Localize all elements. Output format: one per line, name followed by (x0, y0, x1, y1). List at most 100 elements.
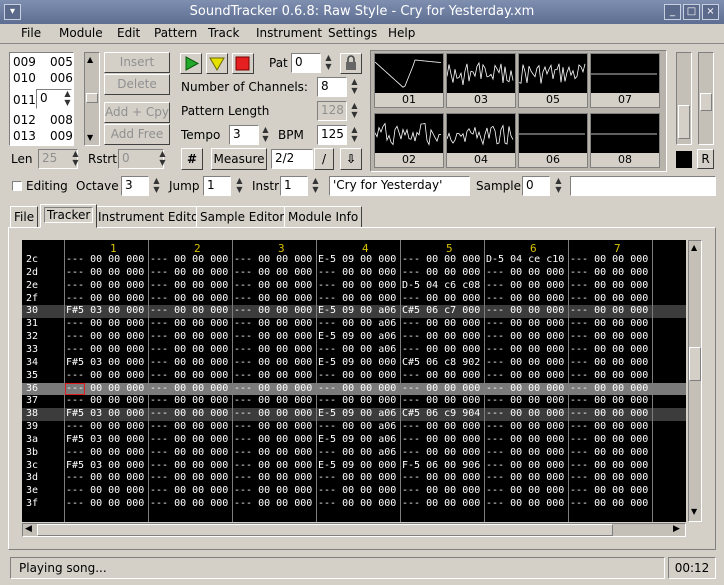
pattern-cell[interactable]: --- 00 00 000 (402, 293, 480, 306)
pattern-cell[interactable]: --- 00 00 000 (318, 472, 396, 485)
pattern-cell[interactable]: --- 00 00 a06 (318, 344, 396, 357)
pattern-cell[interactable]: --- 00 00 000 (234, 357, 312, 370)
pattern-cell[interactable]: --- 00 00 000 (486, 331, 564, 344)
pattern-cell[interactable]: E-5 09 00 a06 (318, 331, 396, 344)
tracker-hscrollbar[interactable]: ◀ ▶ (22, 523, 686, 537)
pattern-cell[interactable]: --- 00 00 000 (318, 293, 396, 306)
scroll-down-icon[interactable]: ▼ (87, 133, 93, 142)
pattern-cell[interactable]: --- 00 00 000 (570, 421, 648, 434)
pattern-cell[interactable]: --- 00 00 000 (150, 434, 228, 447)
pattern-cell[interactable]: --- 00 00 000 (570, 254, 648, 267)
pattern-cell[interactable]: --- 00 00 000 (402, 434, 480, 447)
pattern-cell[interactable]: --- 00 00 000 (318, 267, 396, 280)
menu-instrument[interactable]: Instrument (256, 26, 322, 40)
channel-scope[interactable]: 03 (446, 53, 516, 108)
octave-input[interactable]: 3 (121, 176, 149, 196)
table-row[interactable]: 2f --- 00 00 000 --- 00 00 000 --- 00 00 00… (22, 293, 686, 306)
pattern-cell[interactable]: E-5 09 00 000 (318, 254, 396, 267)
pattern-cell[interactable]: --- 00 00 000 (402, 383, 480, 396)
table-row[interactable]: 3b --- 00 00 000 --- 00 00 000 --- 00 00 00… (22, 447, 686, 460)
editing-checkbox[interactable] (12, 181, 22, 191)
pattern-cell[interactable]: --- 00 00 000 (486, 383, 564, 396)
pattern-cell[interactable]: --- 00 00 000 (150, 267, 228, 280)
pattern-cell[interactable]: --- 00 00 000 (570, 395, 648, 408)
lock-button[interactable] (340, 53, 362, 74)
pattern-cell[interactable]: F#5 03 00 000 (66, 305, 144, 318)
pattern-cell[interactable]: --- 00 00 000 (234, 280, 312, 293)
pattern-cell[interactable]: --- 00 00 000 (234, 331, 312, 344)
table-row[interactable]: 32 --- 00 00 000 --- 00 00 000 --- 00 00 00… (22, 331, 686, 344)
pattern-cell[interactable]: F-5 06 00 906 (402, 460, 480, 473)
pattern-cell[interactable]: C#5 06 c9 904 (402, 408, 480, 421)
pattern-cell[interactable]: --- 00 00 000 (570, 344, 648, 357)
table-row[interactable]: 37 --- 00 00 000 --- 00 00 000 --- 00 00 00… (22, 395, 686, 408)
pattern-cell[interactable]: --- 00 00 000 (570, 485, 648, 498)
pitch-slider[interactable] (698, 52, 714, 145)
instr-input[interactable]: 1 (280, 176, 308, 196)
pattern-cell[interactable]: --- 00 00 000 (318, 485, 396, 498)
pattern-cell[interactable]: C#5 06 c8 902 (402, 357, 480, 370)
sample-input[interactable]: 0 (522, 176, 550, 196)
pattern-cell[interactable]: D-5 04 ce c10 (486, 254, 564, 267)
sharp-button[interactable]: # (181, 148, 203, 170)
tab-module-info[interactable]: Module Info (284, 206, 363, 228)
table-row[interactable]: 33 --- 00 00 000 --- 00 00 000 --- 00 00 00… (22, 344, 686, 357)
pattern-cell[interactable]: --- 00 00 000 (486, 280, 564, 293)
pattern-cell[interactable]: E-5 09 00 a06 (318, 305, 396, 318)
pattern-cell[interactable]: --- 00 00 000 (486, 267, 564, 280)
pattern-cell[interactable]: --- 00 00 000 (486, 305, 564, 318)
pattern-cell[interactable]: --- 00 00 000 (66, 331, 144, 344)
pattern-cell[interactable]: --- 00 00 000 (402, 331, 480, 344)
menu-module[interactable]: Module (59, 26, 103, 40)
pattern-cell[interactable]: --- 00 00 000 (150, 421, 228, 434)
pattern-cell[interactable]: F#5 03 00 000 (66, 357, 144, 370)
pattern-cell[interactable]: --- 00 00 000 (66, 421, 144, 434)
pattern-cell[interactable]: --- 00 00 000 (318, 280, 396, 293)
pattern-cell[interactable]: --- 00 00 000 (402, 498, 480, 511)
pattern-cell[interactable]: --- 00 00 000 (402, 370, 480, 383)
tab-sample-editor[interactable]: Sample Editor (196, 206, 289, 228)
pattern-cell[interactable]: --- 00 00 000 (402, 421, 480, 434)
measure-button[interactable]: Measure (211, 148, 267, 170)
order-list[interactable]: 009 005 010 006 011 0 ▲ ▼ 012 008 013 009 (9, 52, 74, 146)
channels-input[interactable]: 8 (317, 77, 347, 97)
menu-pattern[interactable]: Pattern (154, 26, 197, 40)
pattern-cell[interactable]: E-5 09 00 000 (318, 357, 396, 370)
channel-scope[interactable]: 05 (518, 53, 588, 108)
jump-down-button[interactable]: ⇩ (340, 148, 362, 170)
pattern-cell[interactable]: --- 00 00 000 (486, 421, 564, 434)
table-row[interactable]: 36 --- 00 00 000 --- 00 00 000 --- 00 00 00… (22, 382, 686, 396)
stop-button[interactable] (232, 53, 254, 74)
pattern-cell[interactable]: --- 00 00 000 (570, 498, 648, 511)
pattern-cell[interactable]: --- 00 00 000 (486, 293, 564, 306)
play-pattern-button[interactable] (206, 53, 228, 74)
scroll-right-icon[interactable]: ▶ (673, 524, 680, 534)
close-icon[interactable]: × (702, 4, 719, 20)
jump-spin-icon[interactable]: ▲ ▼ (234, 176, 245, 196)
pattern-cell[interactable]: --- 00 00 000 (150, 254, 228, 267)
pattern-cell[interactable]: --- 00 00 000 (150, 383, 228, 396)
pattern-cell[interactable]: --- 00 00 000 (234, 293, 312, 306)
pattern-cell[interactable]: --- 00 00 000 (66, 447, 144, 460)
table-row[interactable]: 3e --- 00 00 000 --- 00 00 000 --- 00 00 00… (22, 485, 686, 498)
table-row[interactable]: 30 F#5 03 00 000 --- 00 00 000 --- 00 00 00… (22, 305, 686, 319)
pattern-cell[interactable]: F#5 03 00 000 (66, 460, 144, 473)
window-menu-icon[interactable]: ▾ (4, 4, 21, 20)
pitch-slider-thumb[interactable] (700, 93, 712, 111)
pattern-cell[interactable]: --- 00 00 000 (150, 293, 228, 306)
pattern-cell[interactable]: --- 00 00 a06 (318, 318, 396, 331)
pattern-cell[interactable]: F#5 03 00 000 (66, 434, 144, 447)
pattern-cell[interactable]: --- 00 00 000 (150, 485, 228, 498)
channel-scope[interactable]: 02 (374, 113, 444, 168)
maximize-icon[interactable]: □ (683, 4, 700, 20)
pattern-cell[interactable]: --- 00 00 000 (234, 408, 312, 421)
pattern-cell[interactable]: --- 00 00 000 (570, 280, 648, 293)
pattern-cell[interactable]: --- 00 00 000 (66, 280, 144, 293)
tracker-vscrollbar[interactable]: ▲ ▼ (688, 240, 702, 522)
pattern-cell[interactable]: --- 00 00 000 (234, 370, 312, 383)
pattern-cell[interactable]: --- 00 00 000 (66, 293, 144, 306)
reset-button[interactable]: R (697, 149, 714, 169)
pattern-cell[interactable]: --- 00 00 000 (66, 472, 144, 485)
tracker-vscroll-thumb[interactable] (689, 347, 701, 381)
pattern-cell[interactable]: --- 00 00 000 (570, 305, 648, 318)
